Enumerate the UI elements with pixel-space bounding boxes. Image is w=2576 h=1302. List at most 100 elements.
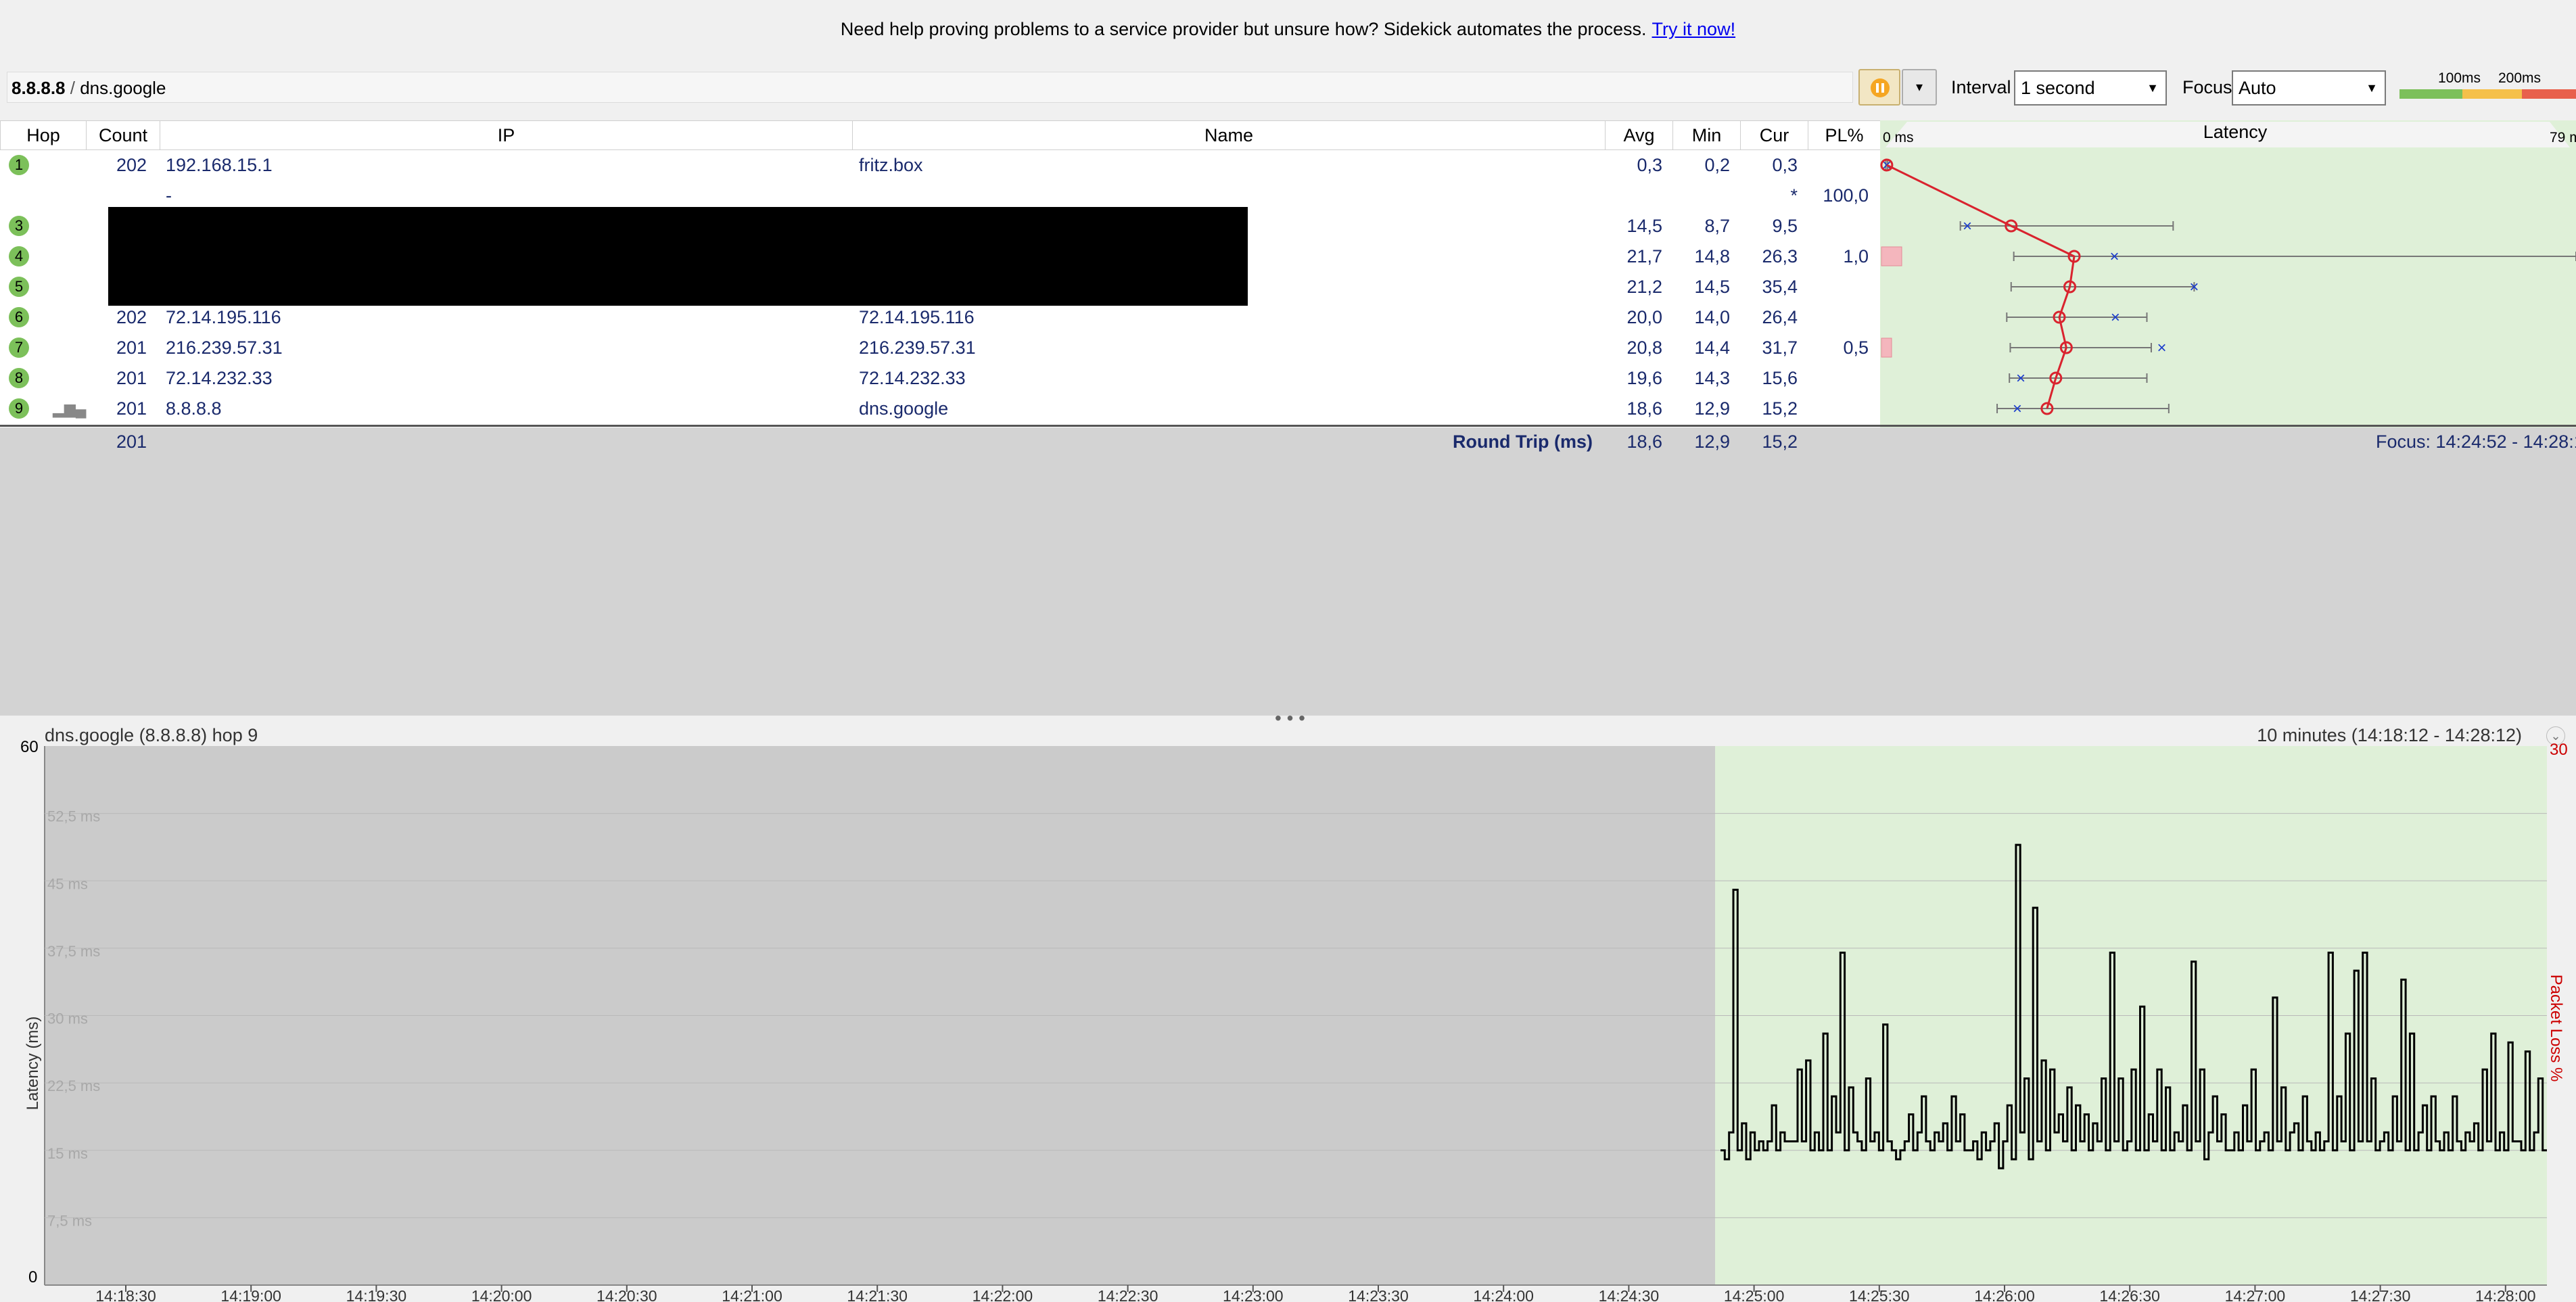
hop-badge: 4 — [9, 246, 29, 266]
count-cell: 201 — [116, 368, 147, 388]
grid-label: 15 ms — [47, 1145, 88, 1162]
legend-100-label: 100ms — [2438, 70, 2481, 86]
x-tick-label: 14:20:30 — [596, 1287, 657, 1302]
x-tick-label: 14:25:00 — [1724, 1287, 1785, 1302]
x-tick-label: 14:22:00 — [973, 1287, 1033, 1302]
latency-cur-marker: × — [2013, 400, 2022, 418]
chevron-down-icon: ▼ — [2366, 81, 2378, 95]
min-cell: 14,4 — [1694, 338, 1730, 358]
x-tick-label: 14:28:00 — [2475, 1287, 2536, 1302]
cur-cell: * — [1790, 185, 1798, 206]
target-separator: / — [65, 78, 80, 98]
cur-cell: 26,3 — [1762, 246, 1798, 266]
pl-cell: 100,0 — [1823, 185, 1869, 206]
cur-cell: 15,6 — [1762, 368, 1798, 388]
grid-label: 37,5 ms — [47, 943, 100, 960]
promo-banner: Need help proving problems to a service … — [0, 0, 2576, 58]
packet-loss-bar — [1881, 246, 1902, 266]
banner-text: Need help proving problems to a service … — [840, 19, 1647, 39]
y-axis-label: Latency (ms) — [24, 1017, 42, 1111]
pause-dropdown-button[interactable]: ▾ — [1902, 69, 1937, 106]
x-tick-label: 14:23:30 — [1348, 1287, 1409, 1302]
avg-cell: 18,6 — [1626, 398, 1662, 419]
latency-cur-marker: × — [2157, 339, 2166, 357]
chevron-down-icon: ▾ — [1915, 80, 1923, 95]
min-cell: 14,0 — [1694, 307, 1730, 327]
packet-loss-bar — [1881, 338, 1892, 358]
col-header-min[interactable]: Min — [1672, 120, 1741, 150]
table-row[interactable]: 9 ▂▆▄ 201 8.8.8.8 dns.google 18,6 12,9 15,2 — [0, 394, 1880, 424]
y2-axis-label: Packet Loss % — [2547, 975, 2565, 1082]
x-tick-label: 14:24:30 — [1599, 1287, 1660, 1302]
min-cell: 8,7 — [1704, 216, 1730, 236]
summary-min: 12,9 — [1694, 432, 1730, 452]
target-field[interactable]: 8.8.8.8 / dns.google — [7, 72, 1853, 103]
col-header-cur[interactable]: Cur — [1740, 120, 1808, 150]
pause-button[interactable] — [1858, 69, 1900, 106]
summary-focus: Focus: 14:24:52 - 14:28:12 — [2376, 432, 2576, 452]
hop-badge: 8 — [9, 368, 29, 388]
name-cell: fritz.box — [859, 155, 923, 175]
x-tick-label: 14:25:30 — [1849, 1287, 1910, 1302]
col-header-count[interactable]: Count — [86, 120, 160, 150]
grid-label: 45 ms — [47, 875, 88, 892]
target-ip: 8.8.8.8 — [11, 78, 66, 98]
x-tick-label: 14:27:30 — [2350, 1287, 2411, 1302]
latency-cur-marker: × — [2110, 248, 2120, 266]
min-cell: 0,2 — [1704, 155, 1730, 175]
focus-label: Focus — [2182, 77, 2232, 97]
ip-cell: 192.168.15.1 — [166, 155, 273, 175]
cur-cell: 9,5 — [1772, 216, 1798, 236]
latency-cur-marker: × — [2189, 278, 2199, 296]
interval-value: 1 second — [2021, 78, 2095, 98]
col-header-name[interactable]: Name — [852, 120, 1606, 150]
hop-badge: 6 — [9, 307, 29, 327]
table-row[interactable]: 8 201 72.14.232.33 72.14.232.33 19,6 14,3 15,6 — [0, 363, 1880, 394]
focus-select[interactable]: Auto ▼ — [2232, 70, 2386, 106]
x-tick-label: 14:19:30 — [346, 1287, 407, 1302]
min-cell: 14,5 — [1694, 277, 1730, 297]
pl-cell: 0,5 — [1843, 338, 1869, 358]
latency-cur-marker: × — [2016, 369, 2025, 388]
latency-color-legend — [2399, 89, 2576, 99]
latency-min-label: 0 ms — [1883, 130, 1914, 145]
avg-cell: 20,8 — [1626, 338, 1662, 358]
name-cell: 72.14.232.33 — [859, 368, 966, 388]
table-row[interactable]: 1 202 192.168.15.1 fritz.box 0,3 0,2 0,3 — [0, 150, 1880, 181]
latency-column: 0 ms Latency 79 ms ×××××××× — [1880, 120, 2576, 427]
grid-label: 7,5 ms — [47, 1212, 92, 1229]
pause-icon — [1871, 78, 1890, 97]
x-tick-label: 14:26:30 — [2099, 1287, 2160, 1302]
legend-swatch — [2462, 89, 2522, 99]
count-cell: 202 — [116, 155, 147, 175]
bar-chart-icon[interactable]: ▂▆▄ — [53, 394, 86, 424]
cur-cell: 35,4 — [1762, 277, 1798, 297]
cur-cell: 31,7 — [1762, 338, 1798, 358]
name-cell: dns.google — [859, 398, 949, 419]
summary-avg: 18,6 — [1626, 432, 1662, 452]
min-cell: 14,3 — [1694, 368, 1730, 388]
avg-cell: 0,3 — [1637, 155, 1662, 175]
table-row[interactable]: 6 202 72.14.195.116 72.14.195.116 20,0 14,0 26… — [0, 302, 1880, 333]
count-cell: 202 — [116, 307, 147, 327]
col-header-avg[interactable]: Avg — [1605, 120, 1673, 150]
col-header-pl[interactable]: PL% — [1808, 120, 1881, 150]
table-row[interactable]: 7 201 216.239.57.31 216.239.57.31 20,8 14,4 31… — [0, 333, 1880, 363]
min-cell: 14,8 — [1694, 246, 1730, 266]
try-it-link[interactable]: Try it now! — [1652, 19, 1736, 39]
legend-swatch — [2522, 89, 2576, 99]
interval-select[interactable]: 1 second ▼ — [2014, 70, 2167, 106]
summary-cur: 15,2 — [1762, 432, 1798, 452]
legend-200-label: 200ms — [2498, 70, 2542, 86]
target-name: dns.google — [80, 78, 166, 98]
name-cell: 72.14.195.116 — [859, 307, 975, 327]
col-header-ip[interactable]: IP — [160, 120, 853, 150]
pl-cell: 1,0 — [1843, 246, 1869, 266]
y-axis-top: 60 — [20, 738, 39, 756]
cur-cell: 0,3 — [1772, 155, 1798, 175]
col-header-hop[interactable]: Hop — [0, 120, 87, 150]
x-tick-label: 14:21:00 — [722, 1287, 782, 1302]
pane-splitter[interactable]: • • • — [0, 707, 2576, 728]
grid-label: 30 ms — [47, 1010, 88, 1027]
latency-cur-marker: × — [1963, 217, 1972, 235]
